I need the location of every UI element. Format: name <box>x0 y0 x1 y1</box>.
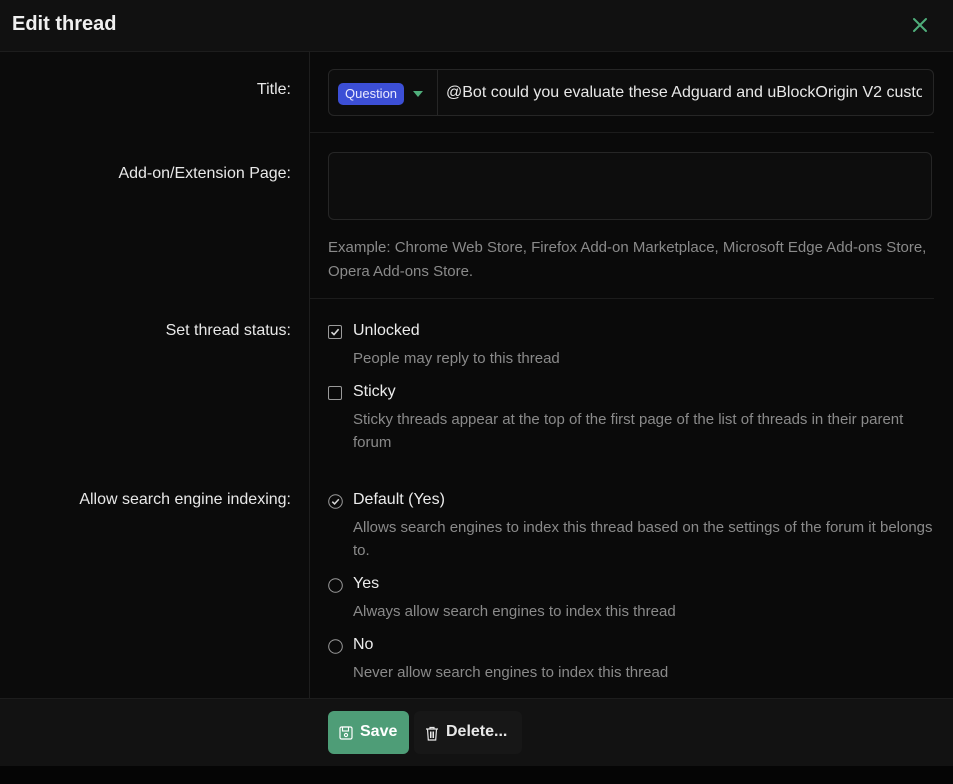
form-body: Title: Add-on/Extension Page: Set thread… <box>0 52 953 698</box>
addon-page-label: Add-on/Extension Page: <box>118 165 291 182</box>
page-background-strip <box>0 766 953 784</box>
unlocked-desc: People may reply to this thread <box>353 350 560 367</box>
trash-icon <box>425 726 439 741</box>
divider <box>310 132 934 133</box>
save-button[interactable]: Save <box>328 711 409 754</box>
sticky-checkbox[interactable] <box>328 386 342 400</box>
delete-label: Delete... <box>446 723 508 740</box>
indexing-no-label: No <box>353 636 374 653</box>
close-icon[interactable] <box>909 14 931 36</box>
dialog-header: Edit thread <box>0 0 953 52</box>
indexing-no-desc: Never allow search engines to index this… <box>353 664 669 681</box>
indexing-default-label: Default (Yes) <box>353 491 445 508</box>
dialog-footer: Save Delete... <box>0 698 953 767</box>
indexing-default-desc: Allows search engines to index this thre… <box>353 519 933 559</box>
label-column: Title: Add-on/Extension Page: Set thread… <box>0 52 310 698</box>
title-label: Title: <box>256 81 291 98</box>
unlocked-checkbox[interactable] <box>328 325 342 339</box>
indexing-yes-desc: Always allow search engines to index thi… <box>353 603 676 620</box>
prefix-dropdown[interactable]: Question <box>329 70 438 115</box>
delete-button[interactable]: Delete... <box>414 711 522 754</box>
indexing-yes-radio[interactable] <box>328 578 343 593</box>
prefix-badge: Question <box>338 83 405 105</box>
sticky-label: Sticky <box>353 383 396 400</box>
edit-thread-dialog: Edit thread Title: Add-on/Extension Page… <box>0 0 953 767</box>
unlocked-label: Unlocked <box>353 322 420 339</box>
save-label: Save <box>360 723 398 740</box>
dialog-title: Edit thread <box>12 13 117 35</box>
indexing-no-radio[interactable] <box>328 639 343 654</box>
addon-page-hint: Example: Chrome Web Store, Firefox Add-o… <box>328 239 927 280</box>
thread-status-label: Set thread status: <box>165 322 291 339</box>
caret-down-icon <box>413 91 423 97</box>
indexing-default-radio[interactable] <box>328 494 343 509</box>
title-input[interactable] <box>438 70 922 115</box>
save-icon <box>339 726 353 740</box>
sticky-desc: Sticky threads appear at the top of the … <box>353 411 904 451</box>
addon-page-input[interactable] <box>328 152 932 220</box>
title-field: Question <box>328 69 934 116</box>
search-indexing-label: Allow search engine indexing: <box>79 491 291 508</box>
field-column: Question Example: Chrome Web Store, Fire… <box>310 52 953 698</box>
divider <box>310 298 934 299</box>
indexing-yes-label: Yes <box>353 575 380 592</box>
